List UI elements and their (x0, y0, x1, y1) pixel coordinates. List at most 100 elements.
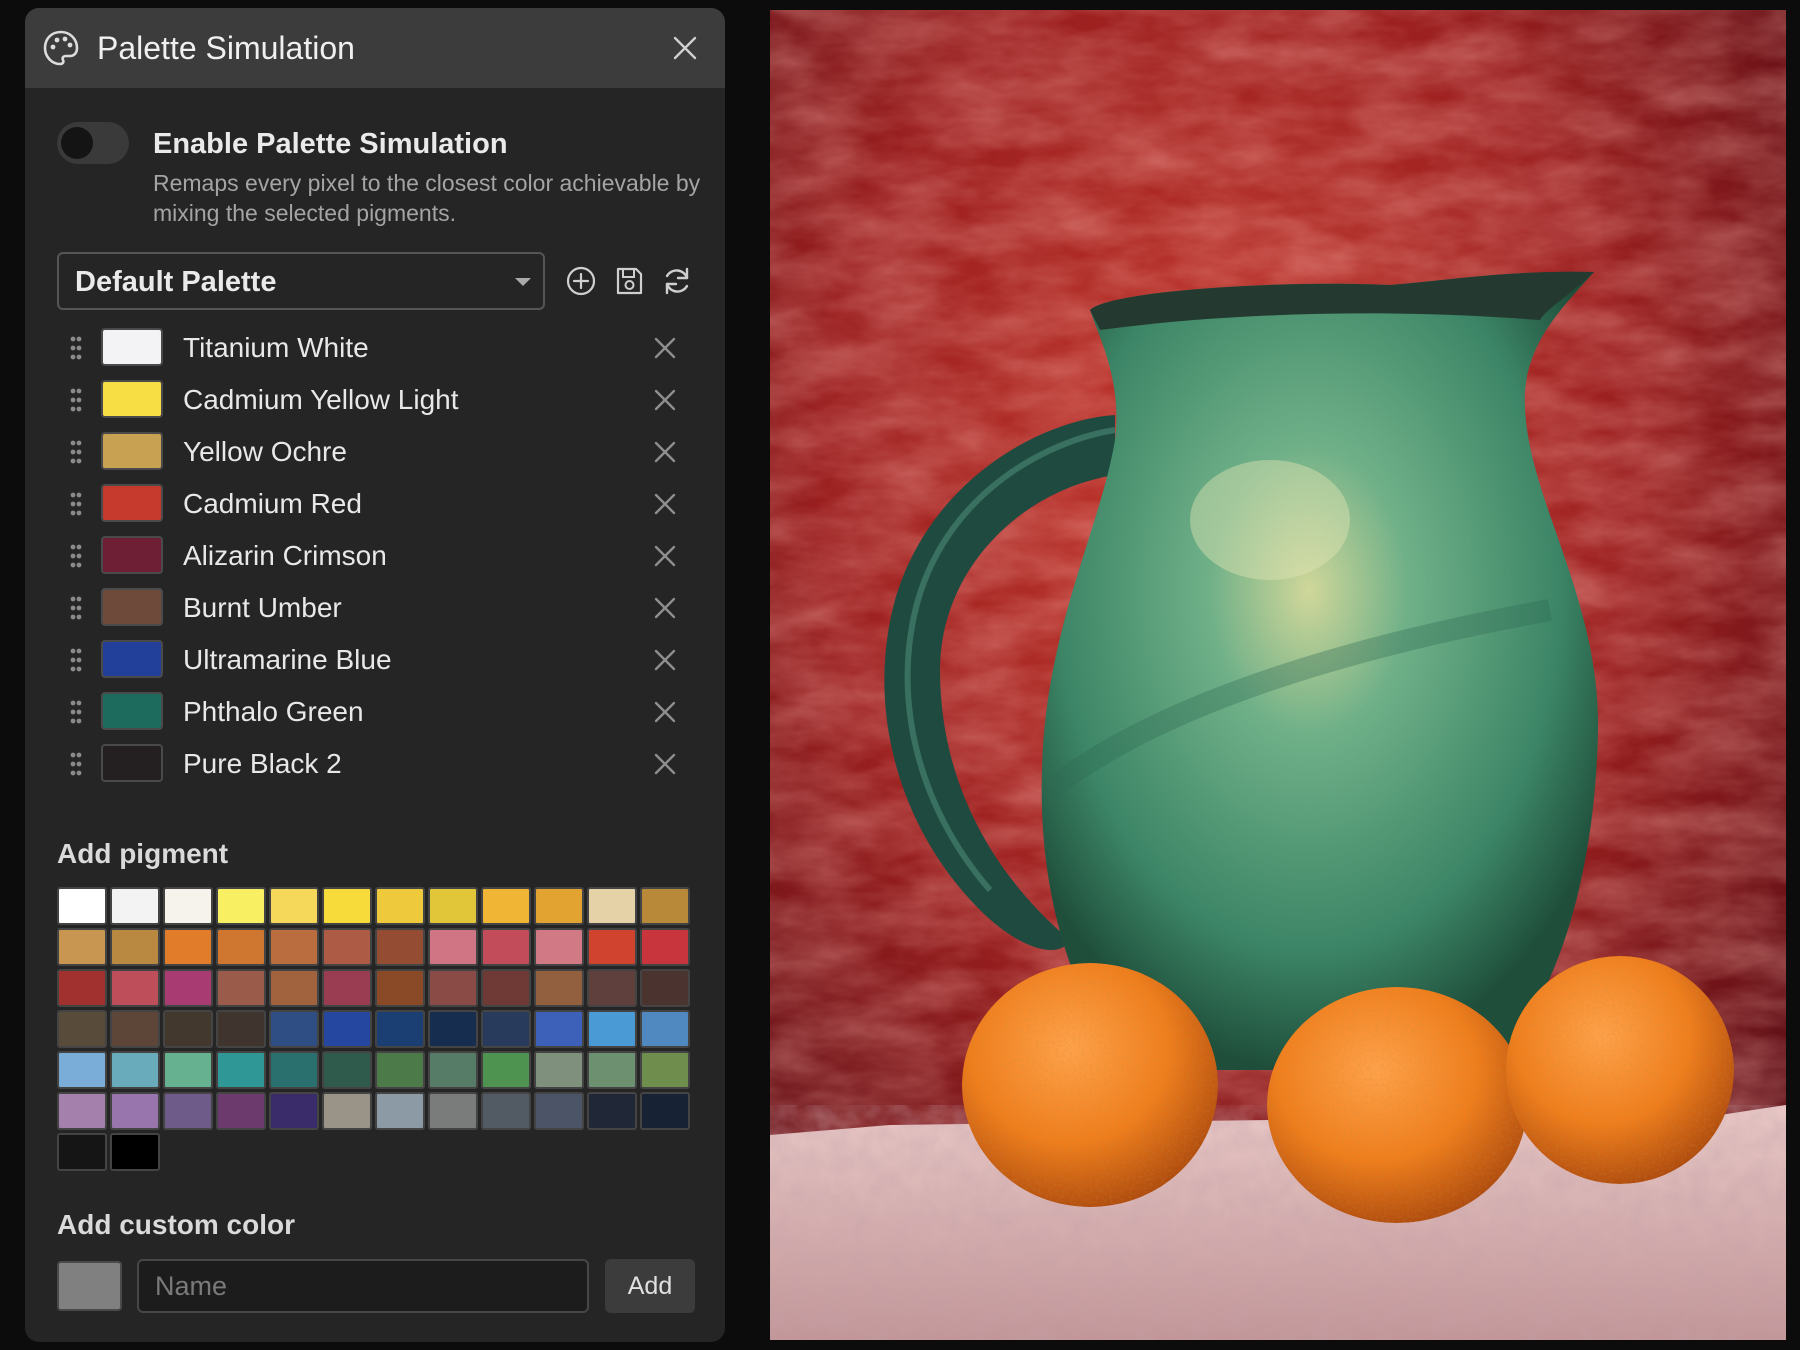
drag-handle-icon[interactable] (69, 647, 83, 673)
pigment-option-swatch[interactable] (534, 969, 584, 1007)
pigment-option-swatch[interactable] (375, 887, 425, 925)
pigment-swatch[interactable] (101, 588, 163, 626)
pigment-option-swatch[interactable] (534, 1010, 584, 1048)
add-custom-color-button[interactable]: Add (605, 1259, 695, 1313)
pigment-option-swatch[interactable] (587, 928, 637, 966)
pigment-option-swatch[interactable] (481, 1051, 531, 1089)
pigment-option-swatch[interactable] (110, 1051, 160, 1089)
remove-icon[interactable] (653, 544, 677, 568)
pigment-option-swatch[interactable] (534, 928, 584, 966)
pigment-option-swatch[interactable] (534, 1092, 584, 1130)
pigment-option-swatch[interactable] (534, 887, 584, 925)
pigment-swatch[interactable] (101, 640, 163, 678)
pigment-option-swatch[interactable] (57, 928, 107, 966)
pigment-option-swatch[interactable] (57, 1010, 107, 1048)
remove-icon[interactable] (653, 700, 677, 724)
pigment-option-swatch[interactable] (269, 969, 319, 1007)
pigment-option-swatch[interactable] (216, 1092, 266, 1130)
pigment-option-swatch[interactable] (57, 1133, 107, 1171)
pigment-swatch[interactable] (101, 692, 163, 730)
remove-icon[interactable] (653, 440, 677, 464)
pigment-option-swatch[interactable] (587, 1092, 637, 1130)
remove-icon[interactable] (653, 492, 677, 516)
pigment-option-swatch[interactable] (269, 887, 319, 925)
pigment-option-swatch[interactable] (269, 1051, 319, 1089)
pigment-option-swatch[interactable] (57, 887, 107, 925)
drag-handle-icon[interactable] (69, 543, 83, 569)
pigment-option-swatch[interactable] (640, 969, 690, 1007)
refresh-icon[interactable] (659, 263, 695, 299)
pigment-option-swatch[interactable] (322, 1092, 372, 1130)
pigment-option-swatch[interactable] (375, 1010, 425, 1048)
pigment-option-swatch[interactable] (322, 1051, 372, 1089)
remove-icon[interactable] (653, 648, 677, 672)
pigment-swatch[interactable] (101, 328, 163, 366)
pigment-option-swatch[interactable] (481, 1010, 531, 1048)
pigment-option-swatch[interactable] (587, 1051, 637, 1089)
palette-select[interactable]: Default Palette (57, 252, 545, 310)
drag-handle-icon[interactable] (69, 335, 83, 361)
pigment-option-swatch[interactable] (163, 969, 213, 1007)
pigment-option-swatch[interactable] (428, 1051, 478, 1089)
pigment-option-swatch[interactable] (57, 969, 107, 1007)
pigment-option-swatch[interactable] (375, 1051, 425, 1089)
enable-simulation-toggle[interactable] (57, 122, 129, 164)
pigment-option-swatch[interactable] (163, 928, 213, 966)
drag-handle-icon[interactable] (69, 439, 83, 465)
remove-icon[interactable] (653, 752, 677, 776)
pigment-option-swatch[interactable] (269, 928, 319, 966)
pigment-option-swatch[interactable] (216, 969, 266, 1007)
pigment-option-swatch[interactable] (587, 887, 637, 925)
pigment-option-swatch[interactable] (428, 928, 478, 966)
pigment-swatch[interactable] (101, 380, 163, 418)
drag-handle-icon[interactable] (69, 751, 83, 777)
pigment-swatch[interactable] (101, 484, 163, 522)
remove-icon[interactable] (653, 596, 677, 620)
pigment-option-swatch[interactable] (322, 969, 372, 1007)
pigment-option-swatch[interactable] (110, 1092, 160, 1130)
pigment-option-swatch[interactable] (216, 1010, 266, 1048)
custom-color-name-input[interactable] (137, 1259, 589, 1313)
pigment-option-swatch[interactable] (269, 1010, 319, 1048)
pigment-option-swatch[interactable] (110, 1010, 160, 1048)
pigment-option-swatch[interactable] (640, 887, 690, 925)
pigment-option-swatch[interactable] (163, 1010, 213, 1048)
drag-handle-icon[interactable] (69, 595, 83, 621)
pigment-option-swatch[interactable] (322, 1010, 372, 1048)
pigment-option-swatch[interactable] (481, 1092, 531, 1130)
pigment-option-swatch[interactable] (322, 928, 372, 966)
pigment-option-swatch[interactable] (110, 1133, 160, 1171)
pigment-option-swatch[interactable] (216, 1051, 266, 1089)
pigment-option-swatch[interactable] (534, 1051, 584, 1089)
pigment-option-swatch[interactable] (216, 928, 266, 966)
pigment-option-swatch[interactable] (269, 1092, 319, 1130)
remove-icon[interactable] (653, 388, 677, 412)
pigment-option-swatch[interactable] (57, 1051, 107, 1089)
pigment-swatch[interactable] (101, 744, 163, 782)
custom-color-swatch[interactable] (57, 1261, 122, 1311)
pigment-option-swatch[interactable] (163, 1051, 213, 1089)
pigment-option-swatch[interactable] (640, 1010, 690, 1048)
drag-handle-icon[interactable] (69, 491, 83, 517)
pigment-option-swatch[interactable] (375, 969, 425, 1007)
drag-handle-icon[interactable] (69, 387, 83, 413)
pigment-option-swatch[interactable] (163, 1092, 213, 1130)
pigment-option-swatch[interactable] (481, 928, 531, 966)
image-canvas[interactable] (770, 10, 1786, 1340)
pigment-option-swatch[interactable] (428, 1092, 478, 1130)
save-icon[interactable] (611, 263, 647, 299)
pigment-swatch[interactable] (101, 432, 163, 470)
pigment-option-swatch[interactable] (163, 887, 213, 925)
pigment-option-swatch[interactable] (216, 887, 266, 925)
pigment-option-swatch[interactable] (640, 1051, 690, 1089)
drag-handle-icon[interactable] (69, 699, 83, 725)
close-icon[interactable] (667, 30, 703, 66)
pigment-option-swatch[interactable] (322, 887, 372, 925)
pigment-swatch[interactable] (101, 536, 163, 574)
remove-icon[interactable] (653, 336, 677, 360)
pigment-option-swatch[interactable] (587, 969, 637, 1007)
pigment-option-swatch[interactable] (375, 928, 425, 966)
pigment-option-swatch[interactable] (428, 969, 478, 1007)
pigment-option-swatch[interactable] (57, 1092, 107, 1130)
pigment-option-swatch[interactable] (640, 928, 690, 966)
